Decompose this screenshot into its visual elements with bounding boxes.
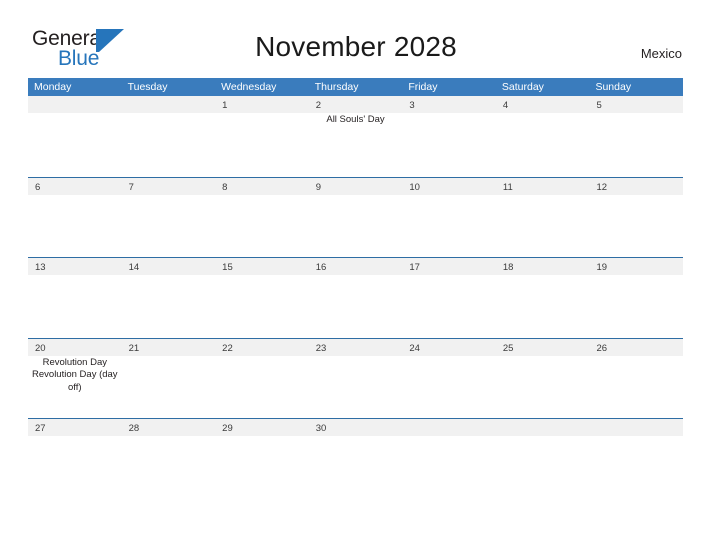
day-number: 23 — [315, 342, 327, 354]
day-number: 6 — [35, 181, 41, 193]
calendar-week-row: 27 28 29 30 — [28, 418, 683, 499]
weekday-header-tuesday: Tuesday — [127, 81, 168, 93]
day-number: 24 — [409, 342, 420, 354]
weekday-header-saturday: Saturday — [501, 81, 544, 93]
day-number: 27 — [35, 423, 46, 434]
day-number: 29 — [222, 423, 233, 434]
day-number: 17 — [409, 262, 420, 273]
calendar-day-cell[interactable]: 3 — [402, 96, 496, 177]
day-number: 15 — [222, 262, 233, 273]
holiday-event: Revolution Day (day off) — [32, 369, 118, 393]
calendar-day-cell-empty — [402, 419, 496, 499]
calendar-day-cell[interactable]: 22 — [215, 339, 309, 419]
calendar-day-cell-empty — [28, 96, 122, 177]
day-events: Revolution Day Revolution Day (day off) — [28, 356, 122, 395]
weekday-header-sunday: Sunday — [595, 81, 632, 93]
day-number: 5 — [596, 100, 602, 111]
day-number: 2 — [315, 100, 322, 111]
calendar-day-cell[interactable]: 10 — [402, 178, 496, 258]
calendar-day-cell[interactable]: 13 — [28, 258, 122, 338]
day-number: 10 — [409, 181, 420, 193]
page-title: November 2028 — [255, 31, 457, 62]
day-number: 12 — [596, 181, 608, 193]
calendar-day-cell[interactable]: 7 — [122, 178, 216, 258]
calendar-day-cell[interactable]: 6 — [28, 178, 122, 258]
day-number: 30 — [315, 423, 327, 434]
calendar-day-cell[interactable]: 27 — [28, 419, 122, 499]
calendar-day-cell[interactable]: 23 — [309, 339, 403, 419]
weekday-header-wednesday: Wednesday — [221, 81, 277, 93]
calendar-day-cell[interactable]: 1 — [215, 96, 309, 177]
day-number: 8 — [222, 181, 228, 193]
day-number: 14 — [128, 262, 140, 273]
calendar-day-cell-empty — [122, 96, 216, 177]
calendar-day-cell[interactable]: 17 — [402, 258, 496, 338]
calendar-grid: Monday Tuesday Wednesday Thursday Friday Satu… — [28, 78, 683, 499]
calendar-day-cell[interactable]: 2 All Souls' Day — [309, 96, 403, 177]
calendar-week-row: 6 7 8 9 10 11 12 — [28, 176, 683, 258]
calendar-week-row: 13 14 15 16 17 18 19 — [28, 257, 683, 338]
calendar-day-cell[interactable]: 4 — [496, 96, 590, 177]
calendar-day-cell[interactable]: 11 — [496, 178, 590, 258]
day-number: 7 — [128, 181, 134, 193]
calendar-day-cell[interactable]: 30 — [309, 419, 403, 499]
weekday-header-thursday: Thursday — [314, 81, 359, 93]
calendar-day-cell[interactable]: 21 — [122, 339, 216, 419]
calendar-week-row: 1 2 All Souls' Day 3 4 5 — [28, 96, 683, 177]
holiday-event: All Souls' Day — [326, 114, 385, 125]
calendar-weeks: 1 2 All Souls' Day 3 4 5 6 7 8 9 10 11 12 13 14 15 16 17 1… — [28, 96, 683, 499]
calendar-day-cell[interactable]: 9 — [309, 178, 403, 258]
calendar-day-cell[interactable]: 19 — [589, 258, 683, 338]
country-label: Mexico — [640, 46, 682, 61]
calendar-day-cell-empty — [589, 419, 683, 499]
day-number: 26 — [596, 342, 608, 354]
calendar-page: General Blue November 2028 Mexico Monday… — [0, 0, 712, 550]
day-number: 3 — [409, 100, 415, 111]
calendar-day-cell[interactable]: 15 — [215, 258, 309, 338]
day-number: 1 — [222, 100, 228, 111]
day-number: 4 — [502, 100, 509, 111]
day-number: 11 — [502, 181, 513, 193]
calendar-day-cell[interactable]: 14 — [122, 258, 216, 338]
weekday-header-monday: Monday — [34, 81, 72, 93]
weekday-header-friday: Friday — [408, 81, 438, 93]
calendar-week-row: 20 Revolution Day Revolution Day (day off)… — [28, 337, 683, 419]
day-number: 21 — [128, 342, 140, 354]
calendar-day-cell[interactable]: 18 — [496, 258, 590, 338]
day-number: 19 — [596, 262, 608, 273]
calendar-day-cell[interactable]: 26 — [589, 339, 683, 419]
calendar-day-cell[interactable]: 24 — [402, 339, 496, 419]
calendar-day-cell[interactable]: 25 — [496, 339, 590, 419]
day-number: 25 — [502, 342, 514, 354]
calendar-day-cell[interactable]: 29 — [215, 419, 309, 499]
day-number: 16 — [315, 262, 327, 273]
day-number: 18 — [502, 262, 514, 273]
calendar-day-cell[interactable]: 28 — [122, 419, 216, 499]
weekday-header-row: Monday Tuesday Wednesday Thursday Friday Satu… — [28, 78, 683, 96]
day-number: 13 — [35, 262, 46, 273]
day-number: 28 — [128, 423, 140, 434]
calendar-day-cell-empty — [496, 419, 590, 499]
day-number: 9 — [315, 181, 322, 193]
calendar-day-cell[interactable]: 16 — [309, 258, 403, 338]
holiday-event: Revolution Day — [42, 356, 107, 368]
calendar-day-cell[interactable]: 12 — [589, 178, 683, 258]
calendar-day-cell[interactable]: 5 — [589, 96, 683, 177]
page-header: General Blue November 2028 Mexico — [0, 0, 712, 76]
calendar-day-cell[interactable]: 8 — [215, 178, 309, 258]
day-events: All Souls' Day — [309, 113, 403, 127]
day-number: 20 — [35, 342, 46, 354]
calendar-day-cell[interactable]: 20 Revolution Day Revolution Day (day off) — [28, 339, 122, 419]
day-number: 22 — [222, 342, 233, 354]
